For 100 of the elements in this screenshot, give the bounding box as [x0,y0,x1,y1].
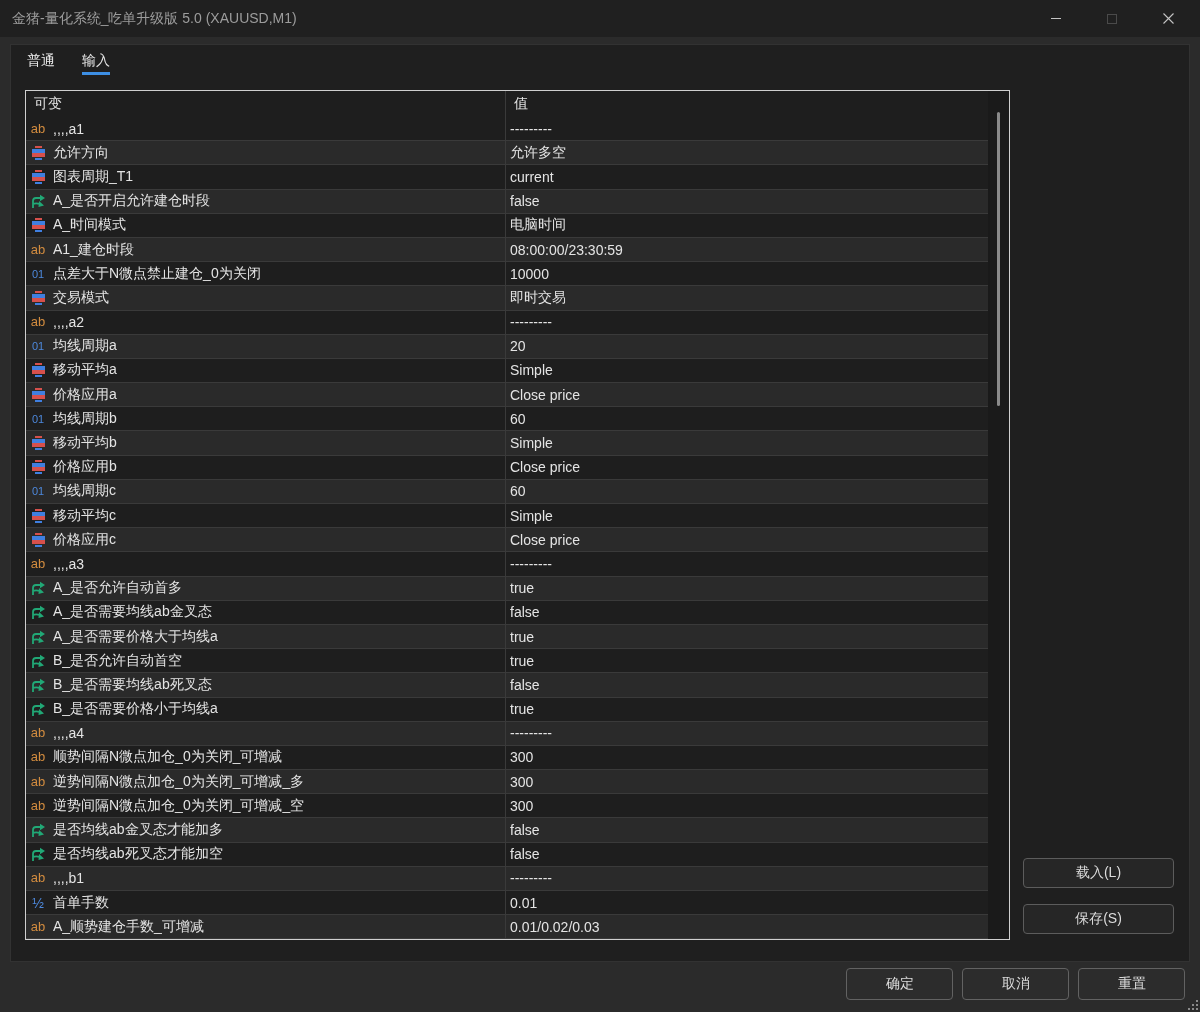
table-row[interactable]: A_是否允许自动首多 true [26,576,988,601]
parameter-name: 是否均线ab金叉态才能加多 [53,821,223,840]
table-row[interactable]: 图表周期_T1 current [26,165,988,190]
text-type-icon: ab [30,798,46,813]
parameter-value: true [510,580,535,597]
parameter-name: ,,,,a1 [53,120,85,137]
parameter-value: false [510,193,540,210]
stacked-bars-icon [31,145,45,160]
text-type-icon: ab [30,121,46,136]
table-row[interactable]: 移动平均b Simple [26,431,988,456]
text-type-icon: ab [30,919,46,934]
parameter-value: 60 [510,410,526,427]
save-button[interactable]: 保存(S) [1023,904,1174,935]
table-row[interactable]: 01 均线周期b 60 [26,407,988,432]
parameter-name: A_时间模式 [53,216,127,235]
text-type-icon: ab [30,871,46,886]
text-type-icon: ab [30,315,46,330]
scrollbar-track[interactable] [988,91,1009,940]
resize-grip-icon[interactable] [1188,1000,1198,1010]
parameter-value: Close price [510,459,581,476]
parameter-value: --------- [510,555,552,572]
parameter-name: 逆势间隔N微点加仓_0为关闭_可增减_空 [53,796,305,815]
text-type-icon: ab [30,556,46,571]
stacked-bars-icon [31,363,45,378]
table-row[interactable]: B_是否需要均线ab死叉态 false [26,673,988,698]
table-row[interactable]: ab 逆势间隔N微点加仓_0为关闭_可增减_空 300 [26,794,988,819]
ok-button[interactable]: 确定 [846,968,953,1000]
stacked-bars-icon [31,532,45,547]
column-header: 可变 [34,95,62,113]
parameter-value: 60 [510,483,526,500]
parameter-name: 价格应用c [53,530,116,549]
parameter-value: 300 [510,749,534,766]
parameter-value: true [510,652,535,669]
stacked-bars-icon [31,436,45,451]
table-row[interactable]: B_是否需要价格小于均线a true [26,697,988,722]
stacked-bars-icon [31,290,45,305]
stacked-bars-icon [31,169,45,184]
table-row[interactable]: 价格应用c Close price [26,528,988,553]
stacked-bars-icon [31,460,45,475]
table-row[interactable]: 是否均线ab死叉态才能加空 false [26,842,988,867]
close-icon[interactable] [1162,13,1174,24]
cancel-button[interactable]: 取消 [962,968,1069,1000]
table-row[interactable]: ab A1_建仓时段 08:00:00/23:30:59 [26,237,988,263]
table-row[interactable]: ab ,,,,a4 --------- [26,721,988,746]
parameter-name: B_是否需要均线ab死叉态 [53,675,212,694]
tab[interactable]: 输入 [82,51,110,75]
table-row[interactable]: ½ 首单手数 0.01 [26,891,988,916]
parameter-value: current [510,168,554,185]
table-row[interactable]: ab 逆势间隔N微点加仓_0为关闭_可增减_多 300 [26,770,988,795]
branch-arrow-icon [30,629,46,644]
table-row[interactable]: A_时间模式 电脑时间 [26,213,988,238]
table-row[interactable]: A_是否需要价格大于均线a true [26,624,988,650]
scrollbar-thumb[interactable] [997,112,1000,406]
reset-button[interactable]: 重置 [1078,968,1185,1000]
load-button[interactable]: 载入(L) [1023,858,1174,889]
text-type-icon: ab [30,750,46,765]
table-row[interactable]: 允许方向 允许多空 [26,141,988,166]
table-row[interactable]: ab ,,,,a2 --------- [26,310,988,335]
table-row[interactable]: 交易模式 即时交易 [26,286,988,311]
branch-arrow-icon [30,605,46,620]
parameter-name: A1_建仓时段 [53,240,134,259]
number-type-icon: 01 [31,484,45,499]
parameter-value: 电脑时间 [510,216,566,235]
parameter-name: 价格应用a [53,385,117,404]
parameter-value: --------- [510,870,552,887]
table-row[interactable]: ab ,,,,a3 --------- [26,552,988,577]
table-row[interactable]: 是否均线ab金叉态才能加多 false [26,818,988,843]
table-row[interactable]: 01 均线周期c 60 [26,479,988,504]
stacked-bars-icon [31,218,45,233]
parameter-name: 是否均线ab死叉态才能加空 [53,845,223,864]
parameter-name: 均线周期b [53,409,117,428]
table-row[interactable]: ab A_顺势建仓手数_可增减 0.01/0.02/0.03 [26,915,988,940]
table-row[interactable]: 移动平均a Simple [26,358,988,384]
table-row[interactable]: 价格应用a Close price [26,383,988,408]
parameter-value: --------- [510,314,552,331]
stacked-bars-icon [31,387,45,402]
parameter-name: 均线周期a [53,337,117,356]
parameter-value: 0.01 [510,894,538,911]
table-row[interactable]: ab 顺势间隔N微点加仓_0为关闭_可增减 300 [26,745,988,771]
parameter-name: ,,,,a3 [53,555,85,572]
parameter-name: A_是否需要均线ab金叉态 [53,603,212,622]
table-row[interactable]: 价格应用b Close price [26,455,988,480]
parameter-value: false [510,676,540,693]
parameter-name: A_是否开启允许建仓时段 [53,192,211,211]
parameter-value: 20 [510,338,526,355]
stacked-bars-icon [31,508,45,523]
table-row[interactable]: 01 均线周期a 20 [26,334,988,359]
table-row[interactable]: B_是否允许自动首空 true [26,649,988,674]
number-type-icon: 01 [31,339,45,354]
parameter-name: B_是否需要价格小于均线a [53,700,218,719]
table-row[interactable]: A_是否需要均线ab金叉态 false [26,600,988,625]
parameter-value: 300 [510,797,534,814]
table-row[interactable]: 01 点差大于N微点禁止建仓_0为关闭 10000 [26,262,988,287]
tab[interactable]: 普通 [27,51,55,75]
table-row[interactable]: 移动平均c Simple [26,504,988,529]
table-row[interactable]: A_是否开启允许建仓时段 false [26,189,988,214]
parameter-name: 点差大于N微点禁止建仓_0为关闭 [53,264,261,283]
table-row[interactable]: ab ,,,,b1 --------- [26,866,988,891]
parameter-value: Simple [510,507,553,524]
table-row[interactable]: ab ,,,,a1 --------- [26,117,988,142]
